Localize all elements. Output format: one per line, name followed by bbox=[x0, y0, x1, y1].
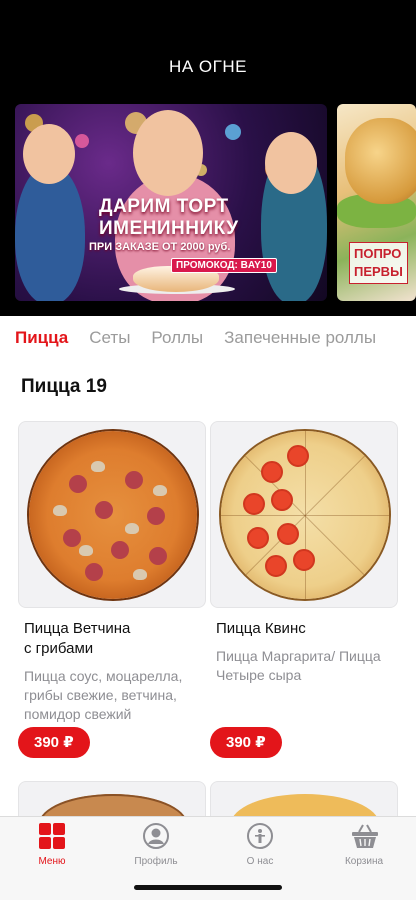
home-indicator bbox=[134, 885, 282, 890]
tab-baked-rolls[interactable]: Запеченные роллы bbox=[224, 328, 376, 352]
banner-subtitle: ПРИ ЗАКАЗЕ ОТ 2000 руб. bbox=[89, 241, 231, 253]
tabbar-label: Меню bbox=[38, 856, 66, 867]
page-title: НА ОГНЕ bbox=[169, 57, 247, 76]
promo-banner-food[interactable]: ПОПРО ПЕРВЫ bbox=[337, 104, 416, 301]
product-card[interactable]: Пицца Квинс Пицца Маргарита/ Пицца Четыр… bbox=[210, 421, 398, 758]
product-image[interactable] bbox=[18, 421, 206, 608]
tabbar-item-profile[interactable]: Профиль bbox=[104, 823, 208, 867]
banner-2-line-1: ПОПРО bbox=[354, 246, 402, 261]
product-name-line-2: с грибами bbox=[24, 640, 94, 657]
tabbar-item-menu[interactable]: Меню bbox=[0, 823, 104, 867]
price-button[interactable]: 390 ₽ bbox=[18, 727, 90, 758]
price-button[interactable]: 390 ₽ bbox=[210, 727, 282, 758]
banner-headline-1: ДАРИМ ТОРТ bbox=[99, 196, 229, 217]
product-card[interactable]: Пицца Ветчина с грибами Пицца соус, моца… bbox=[18, 421, 206, 758]
promo-code-badge: ПРОМОКОД: BAY10 bbox=[171, 258, 277, 273]
tabbar-item-about[interactable]: О нас bbox=[208, 823, 312, 867]
product-name-line-1: Пицца Ветчина bbox=[24, 620, 131, 637]
tabbar-label: Профиль bbox=[134, 856, 178, 867]
product-image[interactable] bbox=[210, 421, 398, 608]
header: НА ОГНЕ ДАРИМ ТОРТ ИМЕНИННИКУ ПРИ ЗАКАЗЕ… bbox=[0, 0, 416, 316]
food-image bbox=[345, 118, 416, 204]
product-description: Пицца Маргарита/ Пицца Четыре сыра bbox=[216, 648, 381, 683]
pizza-queens-image bbox=[221, 431, 389, 599]
user-icon bbox=[143, 823, 169, 849]
product-description: Пицца соус, моцарелла, грибы свежие, вет… bbox=[24, 668, 183, 722]
tabbar-label: О нас bbox=[246, 856, 274, 867]
product-name: Пицца Ветчина с грибами bbox=[18, 619, 206, 659]
tab-sets[interactable]: Сеты bbox=[89, 328, 130, 352]
tab-rolls[interactable]: Роллы bbox=[151, 328, 203, 352]
tabbar-item-cart[interactable]: Корзина bbox=[312, 823, 416, 867]
banner-headline-2: ИМЕНИННИКУ bbox=[99, 218, 239, 239]
tabbar-label: Корзина bbox=[344, 856, 384, 867]
banner-2-line-2: ПЕРВЫ bbox=[354, 264, 403, 279]
category-tabs: Пицца Сеты Роллы Запеченные роллы bbox=[15, 328, 397, 352]
info-icon bbox=[247, 823, 273, 849]
product-name-line-1: Пицца Квинс bbox=[216, 620, 306, 637]
product-name: Пицца Квинс bbox=[210, 619, 398, 639]
promo-banner-birthday[interactable]: ДАРИМ ТОРТ ИМЕНИННИКУ ПРИ ЗАКАЗЕ ОТ 2000… bbox=[15, 104, 327, 301]
basket-icon bbox=[351, 823, 378, 849]
pizza-ham-mushroom-image bbox=[29, 431, 197, 599]
banner-2-text: ПОПРО ПЕРВЫ bbox=[349, 242, 408, 284]
section-title: Пицца 19 bbox=[21, 376, 107, 397]
grid-icon bbox=[39, 823, 65, 849]
tab-pizza[interactable]: Пицца bbox=[15, 328, 68, 352]
